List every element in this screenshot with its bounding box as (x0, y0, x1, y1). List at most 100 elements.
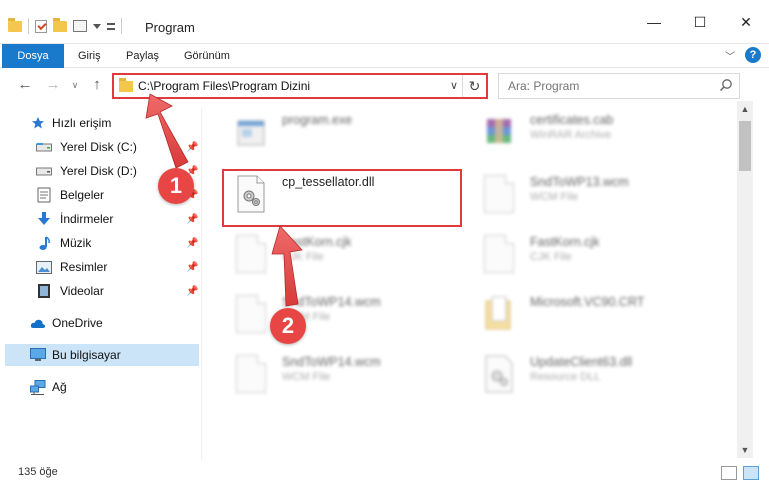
address-path[interactable]: C:\Program Files\Program Dizini (138, 79, 310, 93)
separator (121, 18, 122, 34)
window-title: Program (145, 20, 195, 35)
sidebar-item-onedrive[interactable]: OneDrive (0, 312, 199, 334)
search-icon[interactable] (719, 78, 733, 92)
sidebar-item-label: OneDrive (52, 316, 103, 330)
expand-ribbon-icon[interactable]: ﹀ (725, 48, 735, 63)
scroll-up-icon[interactable]: ▲ (737, 101, 753, 117)
file-name: FastKorn.cjk (530, 235, 600, 249)
sidebar-item-this-pc[interactable]: Bu bilgisayar (5, 344, 199, 366)
file-name: SndToWP13.wcm (530, 175, 629, 189)
file-name: Microsoft.VC90.CRT (530, 295, 645, 309)
address-bar[interactable]: C:\Program Files\Program Dizini ∨ ↻ (112, 73, 488, 99)
file-description: CJK File (530, 251, 572, 263)
network-icon (30, 379, 46, 395)
tab-view[interactable]: Görünüm (184, 44, 230, 68)
refresh-icon[interactable]: ↻ (462, 75, 486, 97)
file-icon (236, 295, 266, 333)
back-arrow-icon[interactable]: ← (16, 76, 34, 94)
file-item[interactable]: SndToWP14.wcm WCM File (220, 289, 460, 341)
up-arrow-icon[interactable]: ↑ (88, 76, 106, 94)
cloud-icon (30, 315, 46, 331)
tab-home[interactable]: Giriş (78, 44, 101, 68)
sidebar-item-music[interactable]: Müzik 📌 (0, 232, 199, 254)
scroll-thumb[interactable] (739, 121, 751, 171)
minimize-button[interactable]: — (631, 8, 677, 36)
sidebar-item-quick-access[interactable]: Hızlı erişim (0, 112, 199, 134)
details-view-icon[interactable] (721, 466, 737, 480)
sidebar-item-label: Yerel Disk (D:) (60, 164, 137, 178)
recent-locations-icon[interactable]: ∨ (66, 76, 84, 94)
scroll-down-icon[interactable]: ▼ (737, 442, 753, 458)
forward-arrow-icon[interactable]: → (44, 76, 62, 94)
file-name: UpdateClient63.dll (530, 355, 633, 369)
sidebar-item-label: Bu bilgisayar (52, 348, 121, 362)
large-icons-view-icon[interactable] (743, 466, 759, 480)
help-button[interactable]: ? (745, 47, 761, 63)
chevron-down-icon[interactable]: ∨ (450, 79, 458, 92)
file-item[interactable]: FastKorn.cjk CJK File (468, 229, 708, 281)
step-badge-1: 1 (158, 168, 194, 204)
file-item[interactable]: FastKorn.cjk CJK File (220, 229, 460, 281)
vertical-scrollbar[interactable]: ▲ ▼ (737, 101, 753, 458)
file-item[interactable]: program.exe (220, 107, 460, 159)
pin-icon[interactable]: 📌 (186, 214, 198, 225)
properties-icon[interactable] (35, 19, 47, 33)
sidebar-item-pictures[interactable]: Resimler 📌 (0, 256, 199, 278)
file-name: SndToWP14.wcm (282, 295, 381, 309)
customize-toolbar-icon[interactable] (107, 22, 115, 30)
dll-icon (484, 355, 514, 393)
pin-icon[interactable]: 📌 (186, 262, 198, 273)
tab-file[interactable]: Dosya (2, 44, 64, 68)
close-button[interactable]: ✕ (723, 8, 769, 36)
documents-icon (36, 187, 52, 203)
file-description: Resource DLL (530, 371, 601, 383)
folder-icon (8, 17, 22, 32)
item-count: 135 öğe (18, 466, 58, 478)
view-toggle (721, 466, 759, 480)
sidebar-item-label: Müzik (60, 236, 92, 250)
search-box[interactable] (498, 73, 740, 99)
drive-icon (36, 163, 52, 179)
view-options-icon[interactable] (73, 20, 87, 32)
sidebar-item-videos[interactable]: Videolar 📌 (0, 280, 199, 302)
chevron-down-icon[interactable] (93, 23, 101, 29)
highlight-box (222, 169, 462, 227)
file-item[interactable]: SndToWP13.wcm WCM File (468, 169, 708, 221)
file-item[interactable]: certificates.cab WinRAR Archive (468, 107, 708, 159)
pin-icon[interactable]: 📌 (186, 286, 198, 297)
file-name: SndToWP14.wcm (282, 355, 381, 369)
file-icon (484, 235, 514, 273)
tab-share[interactable]: Paylaş (126, 44, 159, 68)
new-folder-icon[interactable] (53, 17, 67, 32)
video-icon (36, 283, 52, 299)
sidebar-item-network[interactable]: Ağ (0, 376, 199, 398)
file-description: CJK File (282, 251, 324, 263)
file-icon (484, 175, 514, 213)
pin-icon[interactable]: 📌 (186, 142, 198, 153)
folder-icon (484, 295, 514, 333)
file-item[interactable]: SndToWP14.wcm WCM File (220, 349, 460, 401)
archive-icon (484, 113, 514, 151)
navigation-bar: ← → ∨ ↑ C:\Program Files\Program Dizini … (0, 72, 769, 100)
status-bar: 135 öğe (0, 460, 769, 494)
ribbon-tabs: Dosya Giriş Paylaş Görünüm ﹀ ? (0, 44, 769, 68)
file-item[interactable]: UpdateClient63.dll Resource DLL (468, 349, 708, 401)
step-badge-2: 2 (270, 308, 306, 344)
sidebar-item-downloads[interactable]: İndirmeler 📌 (0, 208, 199, 230)
window-controls: — ☐ ✕ (631, 8, 769, 36)
maximize-button[interactable]: ☐ (677, 8, 723, 36)
file-description: WCM File (282, 371, 331, 383)
file-description: WinRAR Archive (530, 129, 612, 141)
file-name: FastKorn.cjk (282, 235, 352, 249)
sidebar-item-drive-c[interactable]: Yerel Disk (C:) 📌 (0, 136, 199, 158)
title-bar: Program — ☐ ✕ (0, 0, 769, 44)
ribbon-controls: ﹀ ? (725, 47, 761, 63)
search-input[interactable] (499, 74, 714, 98)
pin-icon[interactable]: 📌 (186, 238, 198, 249)
file-item[interactable]: Microsoft.VC90.CRT (468, 289, 708, 341)
navigation-pane: Hızlı erişim Yerel Disk (C:) 📌 Yerel Dis… (0, 108, 202, 460)
sidebar-item-label: Videolar (60, 284, 104, 298)
computer-icon (30, 347, 46, 363)
file-icon (236, 355, 266, 393)
sidebar-item-label: Resimler (60, 260, 108, 274)
